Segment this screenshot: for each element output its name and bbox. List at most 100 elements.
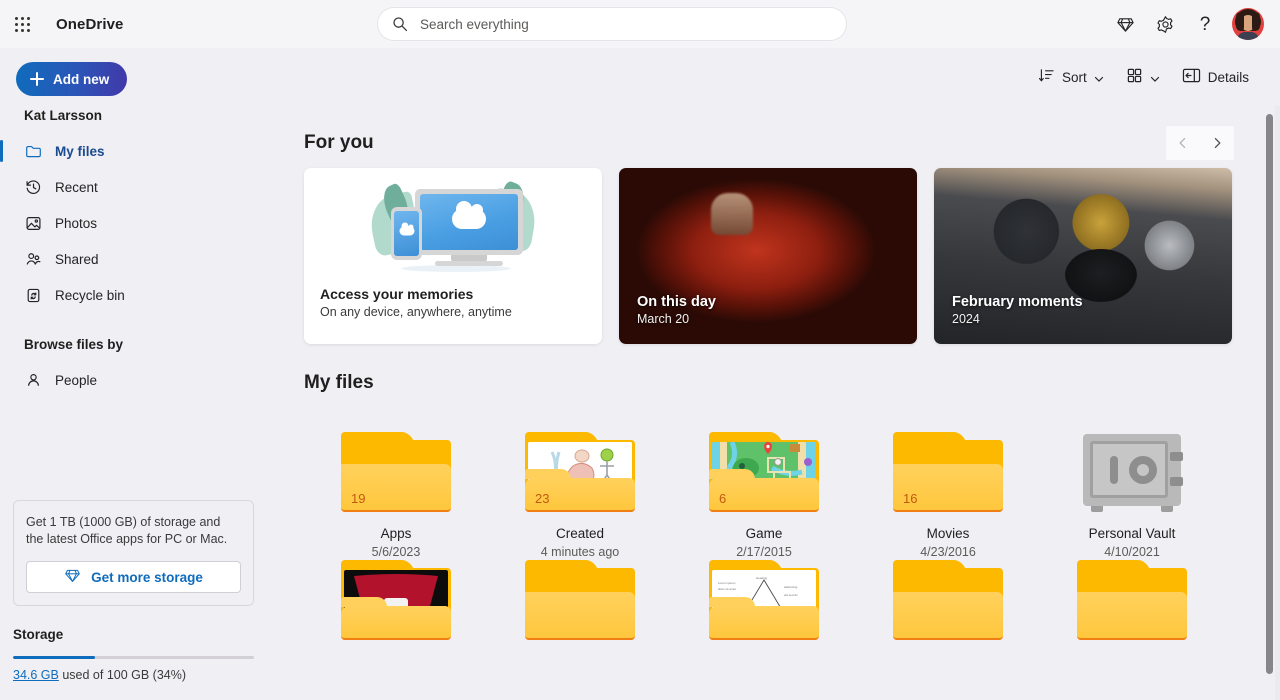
for-you-card-memories[interactable]: Access your memories On any device, anyw… xyxy=(304,168,602,344)
sort-button[interactable]: Sort xyxy=(1029,60,1113,94)
my-files-header: My files xyxy=(304,362,1280,404)
storage-used-detail: used of 100 GB (34%) xyxy=(59,668,186,682)
scrollbar-thumb[interactable] xyxy=(1266,114,1273,674)
search-icon xyxy=(392,16,408,32)
files-grid-row-2: Lorem ipsumdolor sit amet consecteturadi… xyxy=(304,560,1280,640)
file-tile-apps[interactable]: 19 Apps 5/6/2023 xyxy=(304,410,488,560)
sidebar-item-recent[interactable]: Recent xyxy=(0,169,268,205)
folder-icon: Lorem ipsumdolor sit amet consecteturadi… xyxy=(709,560,819,640)
carousel-prev-button[interactable] xyxy=(1166,126,1200,160)
sidebar-item-shared[interactable]: Shared xyxy=(0,241,268,277)
for-you-header: For you xyxy=(304,122,1280,164)
file-tile-personal-vault[interactable]: Personal Vault 4/10/2021 xyxy=(1040,410,1224,560)
sidebar-item-photos[interactable]: Photos xyxy=(0,205,268,241)
file-name: Created xyxy=(556,526,604,541)
app-launcher-icon[interactable] xyxy=(0,0,44,48)
vertical-scrollbar[interactable] xyxy=(1263,106,1275,700)
diamond-icon[interactable] xyxy=(1106,5,1144,43)
avatar[interactable] xyxy=(1226,0,1270,48)
search-box[interactable] xyxy=(377,7,847,41)
storage-section: Storage 34.6 GB used of 100 GB (34%) xyxy=(13,627,254,682)
header-actions: ? xyxy=(1106,0,1270,48)
file-tile-movies[interactable]: 16 Movies 4/23/2016 xyxy=(856,410,1040,560)
folder-icon: 23 xyxy=(525,432,635,512)
search-container xyxy=(377,7,847,41)
sidebar-item-label: Recent xyxy=(55,180,98,195)
details-label: Details xyxy=(1208,70,1249,85)
promo-text: Get 1 TB (1000 GB) of storage and the la… xyxy=(26,514,241,548)
sidebar: Kat Larsson My files Recent xyxy=(0,106,280,700)
main-content: For you xyxy=(280,106,1280,700)
file-name: Personal Vault xyxy=(1089,526,1176,541)
file-date: 4/23/2016 xyxy=(920,545,976,559)
card-title: Access your memories xyxy=(320,286,586,302)
plus-icon xyxy=(30,72,44,86)
file-date: 5/6/2023 xyxy=(372,545,421,559)
for-you-card-on-this-day[interactable]: On this day March 20 xyxy=(619,168,917,344)
folder-icon: 6 xyxy=(709,432,819,512)
carousel-next-button[interactable] xyxy=(1200,126,1234,160)
file-tile-partial[interactable] xyxy=(488,560,672,640)
sidebar-item-recycle-bin[interactable]: Recycle bin xyxy=(0,277,268,313)
person-icon xyxy=(24,371,42,389)
file-name: Game xyxy=(746,526,783,541)
photo-icon xyxy=(24,214,42,232)
sidebar-user-name: Kat Larsson xyxy=(0,108,280,133)
get-more-storage-button[interactable]: Get more storage xyxy=(26,561,241,593)
storage-used-link[interactable]: 34.6 GB xyxy=(13,668,59,682)
view-options-button[interactable] xyxy=(1117,60,1169,94)
for-you-cards: Access your memories On any device, anyw… xyxy=(304,168,1280,344)
file-tile-game[interactable]: 6 Game 2/17/2015 xyxy=(672,410,856,560)
for-you-card-february-moments[interactable]: February moments 2024 xyxy=(934,168,1232,344)
sort-label: Sort xyxy=(1062,70,1087,85)
storage-progress-track xyxy=(13,656,254,659)
storage-progress-fill xyxy=(13,656,95,659)
carousel-nav xyxy=(1166,126,1234,160)
brand-title[interactable]: OneDrive xyxy=(56,16,124,33)
my-files-title: My files xyxy=(304,372,374,394)
help-glyph: ? xyxy=(1200,15,1211,34)
for-you-title: For you xyxy=(304,132,374,154)
svg-text:adipiscing: adipiscing xyxy=(784,585,798,589)
sidebar-item-label: Shared xyxy=(55,252,99,267)
sort-icon xyxy=(1038,67,1055,87)
file-name: Movies xyxy=(927,526,970,541)
card-subtitle: March 20 xyxy=(637,312,716,326)
storage-title: Storage xyxy=(13,627,254,642)
folder-icon xyxy=(24,142,42,160)
get-more-storage-label: Get more storage xyxy=(91,570,203,585)
storage-promo-card: Get 1 TB (1000 GB) of storage and the la… xyxy=(13,500,254,606)
file-tile-created[interactable]: 23 Created 4 minutes ago xyxy=(488,410,672,560)
help-icon[interactable]: ? xyxy=(1186,5,1224,43)
file-tile-partial[interactable] xyxy=(304,560,488,640)
recycle-bin-icon xyxy=(24,286,42,304)
card-title: On this day xyxy=(637,294,716,310)
card-title: February moments xyxy=(952,294,1083,310)
details-button[interactable]: Details xyxy=(1173,60,1258,94)
search-input[interactable] xyxy=(420,17,832,32)
sidebar-item-my-files[interactable]: My files xyxy=(0,133,268,169)
svg-text:elit sed do: elit sed do xyxy=(784,593,798,597)
svg-text:Lorem ipsum: Lorem ipsum xyxy=(718,581,736,585)
sidebar-item-label: My files xyxy=(55,144,105,159)
file-tile-partial[interactable] xyxy=(1040,560,1224,640)
storage-usage-label: 34.6 GB used of 100 GB (34%) xyxy=(13,668,254,682)
add-new-label: Add new xyxy=(53,72,109,87)
diamond-icon xyxy=(64,567,81,587)
gear-icon[interactable] xyxy=(1146,5,1184,43)
folder-icon: 19 xyxy=(341,432,451,512)
file-name: Apps xyxy=(381,526,412,541)
folder-icon xyxy=(341,560,451,640)
browse-files-by-heading: Browse files by xyxy=(0,313,280,362)
sidebar-item-people[interactable]: People xyxy=(0,362,268,398)
files-grid: 19 Apps 5/6/2023 xyxy=(304,410,1280,560)
add-new-button[interactable]: Add new xyxy=(16,62,127,96)
onedrive-app: OneDrive xyxy=(0,0,1280,700)
file-tile-partial[interactable]: Lorem ipsumdolor sit amet consecteturadi… xyxy=(672,560,856,640)
svg-text:Heading: Heading xyxy=(756,576,768,580)
folder-item-count: 16 xyxy=(903,491,917,506)
file-tile-partial[interactable] xyxy=(856,560,1040,640)
sidebar-item-label: People xyxy=(55,373,97,388)
folder-icon: 16 xyxy=(893,432,1003,512)
folder-icon xyxy=(1077,560,1187,640)
